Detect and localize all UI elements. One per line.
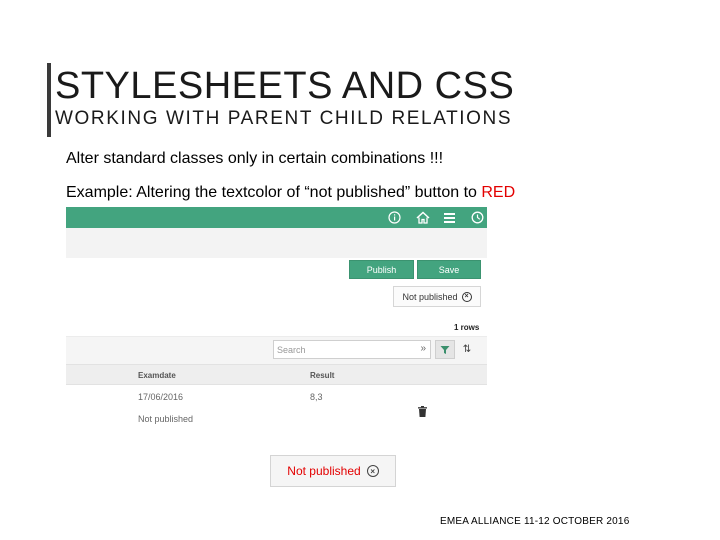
filter-icon [440,345,450,354]
search-input[interactable]: Search » [273,340,431,359]
line-2-text: Example: Altering the textcolor of “not … [66,184,482,201]
publish-button[interactable]: Publish [349,260,414,279]
cell-result: 8,3 [310,392,323,402]
close-circle-icon: × [366,465,379,477]
column-header-result[interactable]: Result [310,371,334,380]
red-highlight-text: RED [481,184,516,201]
table-header: Examdate Result [66,364,487,385]
not-published-red-label: Not published [287,464,361,478]
info-icon[interactable] [386,209,403,226]
slide-title: STYLESHEETS AND CSS [55,65,515,107]
close-circle-icon: × [461,291,472,302]
not-published-button-small[interactable]: Not published × [393,286,481,307]
trash-icon[interactable] [418,406,427,417]
app-screenshot: Publish Save Not published × 1 rows Sear… [66,207,487,424]
title-accent-bar [47,63,51,137]
slide-subtitle: WORKING WITH PARENT CHILD RELATIONS [55,108,513,129]
double-chevron-right-icon[interactable]: » [420,343,426,354]
body-text-line-1: Alter standard classes only in certain c… [66,150,444,167]
not-published-button-red[interactable]: Not published × [270,455,396,487]
app-top-bar [66,207,487,228]
body-text-line-2: Example: Altering the textcolor of “not … [66,183,515,203]
filter-button[interactable] [435,340,455,359]
app-header-strip [66,228,487,258]
clock-icon[interactable] [469,209,486,226]
sort-icon: ⇅ [462,344,472,355]
column-header-examdate[interactable]: Examdate [138,371,176,380]
search-placeholder: Search [277,344,306,355]
footer-text: EMEA ALLIANCE 11-12 OCTOBER 2016 [440,516,630,527]
home-icon[interactable] [414,209,431,226]
rows-count: 1 rows [454,323,480,332]
sort-button[interactable]: ⇅ [458,340,476,359]
not-published-label: Not published [402,291,458,302]
cell-examdate: 17/06/2016 [138,392,184,402]
cell-status: Not published [138,414,194,424]
menu-icon[interactable] [441,209,458,226]
save-button[interactable]: Save [417,260,481,279]
